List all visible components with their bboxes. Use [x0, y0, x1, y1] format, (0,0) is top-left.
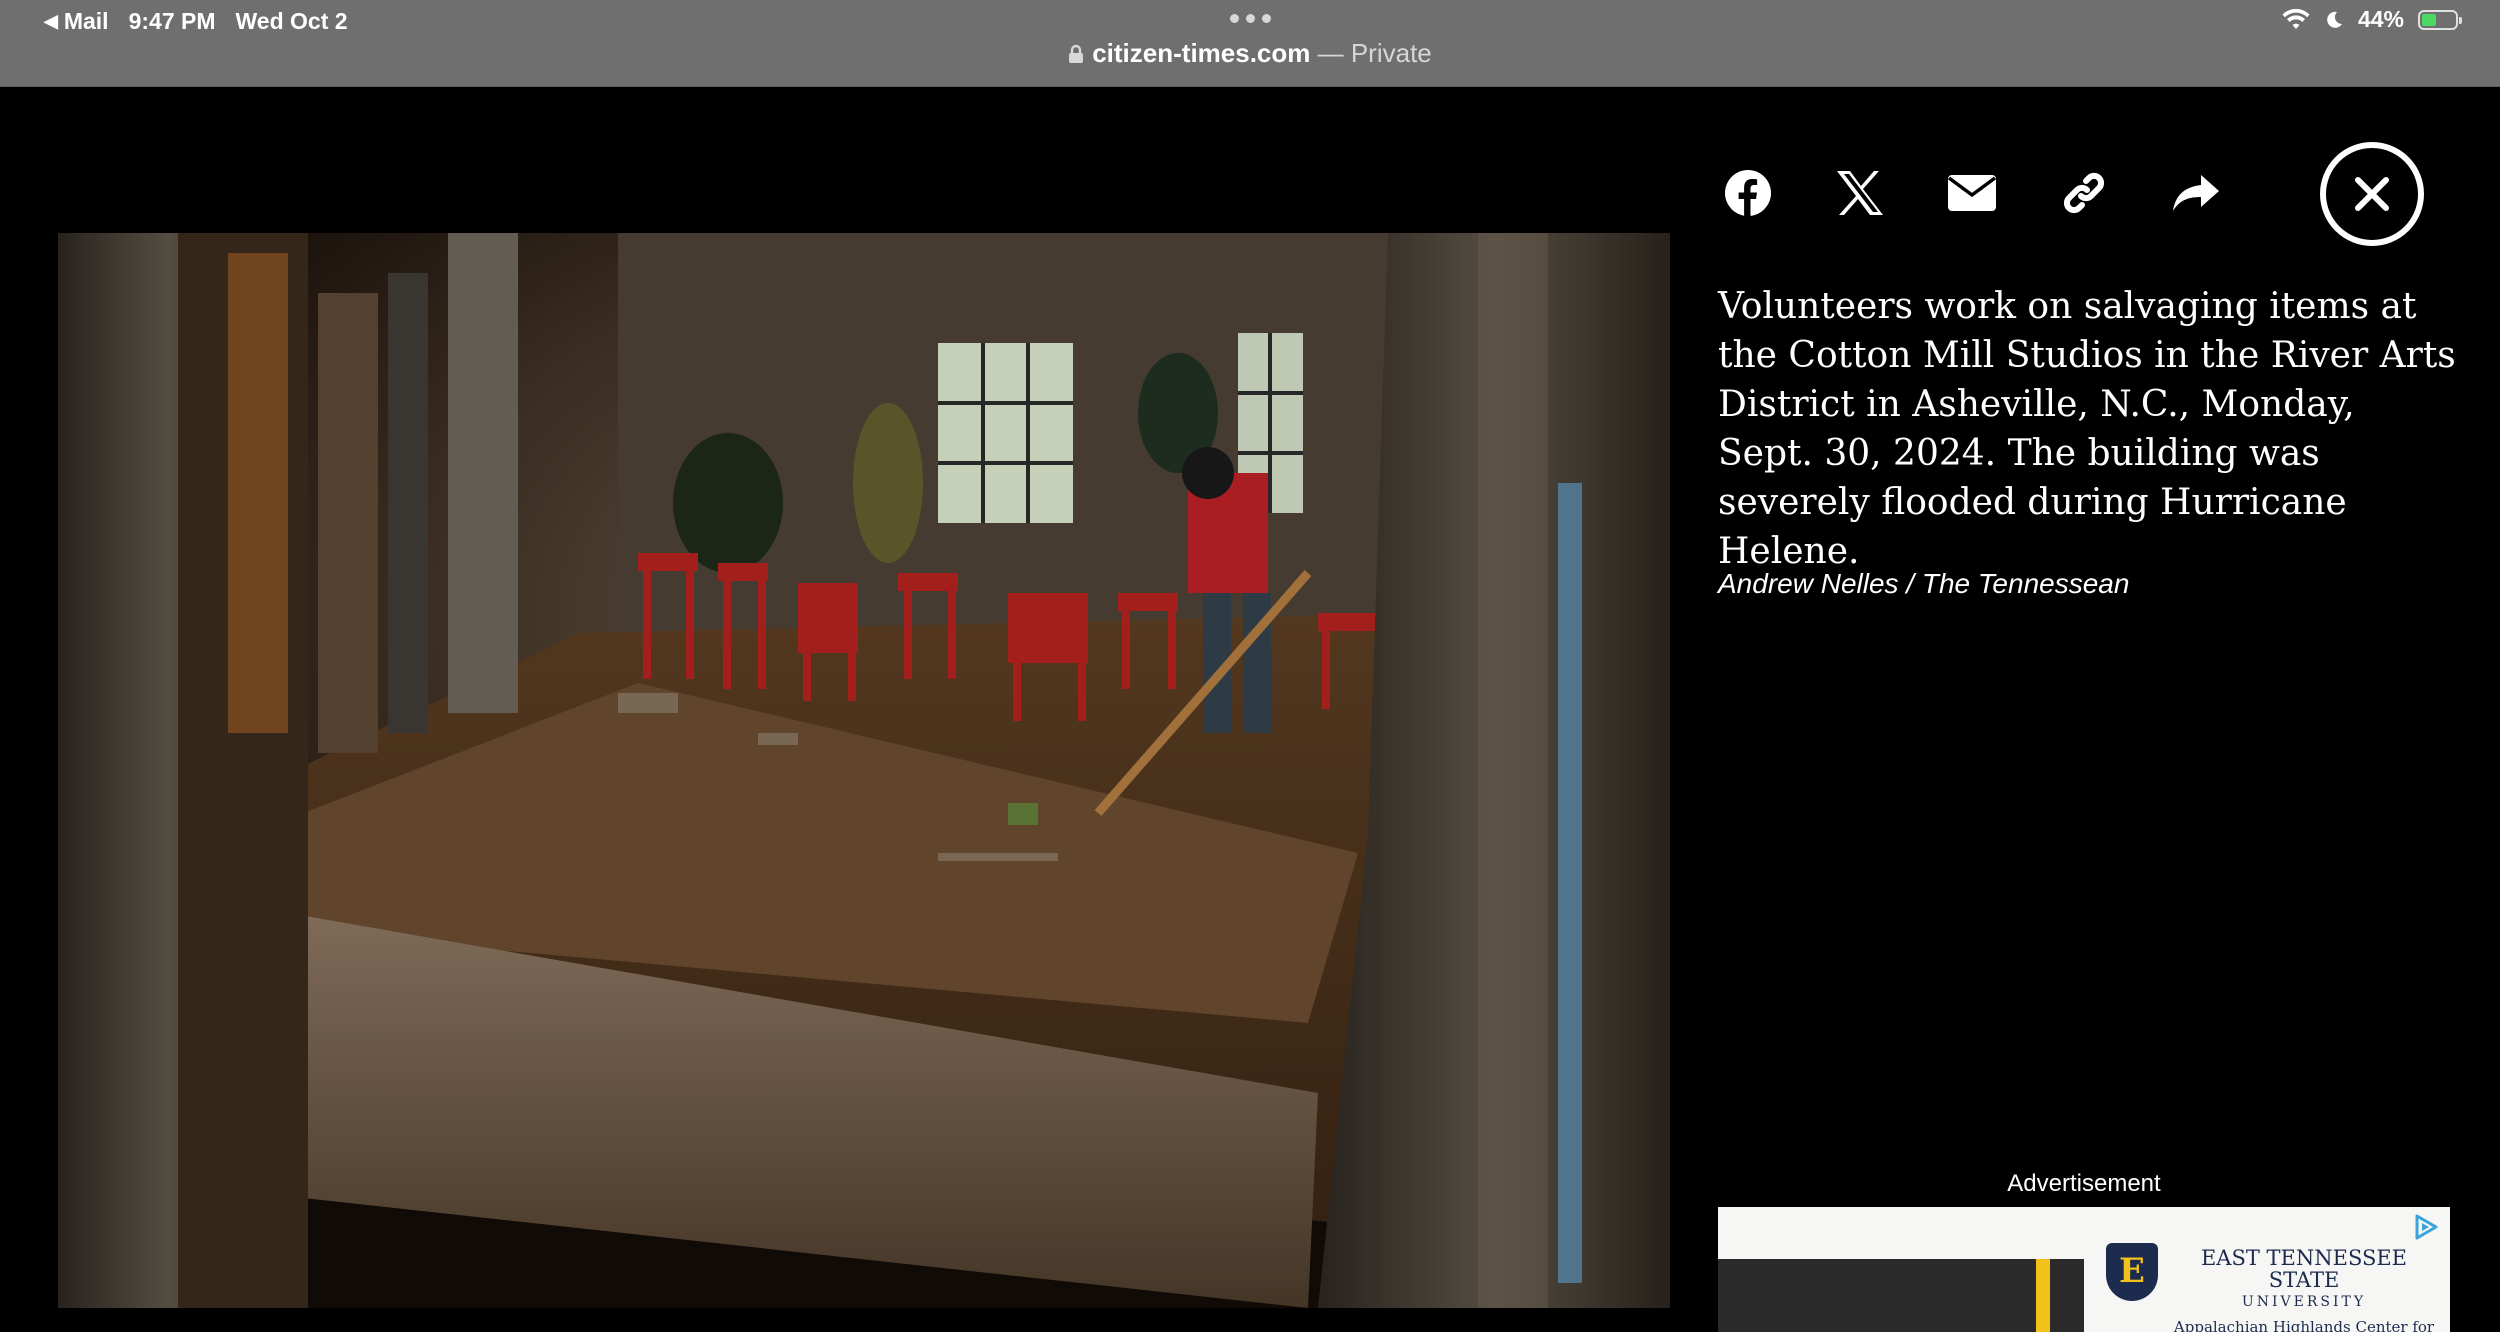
- advertisement-banner[interactable]: E EAST TENNESSEE STATE UNIVERSITY Appala…: [1718, 1207, 2450, 1332]
- status-date: Wed Oct 2: [235, 8, 348, 34]
- advertisement-label: Advertisement: [2007, 1170, 2161, 1197]
- ad-name-line1: EAST TENNESSEE STATE: [2200, 1246, 2408, 1292]
- close-icon: [2355, 177, 2389, 211]
- back-app-label[interactable]: Mail: [64, 8, 109, 35]
- ad-photo: [1718, 1259, 2084, 1332]
- share-forward-button[interactable]: [2168, 165, 2224, 221]
- multitasking-dots-icon[interactable]: [1230, 14, 1271, 23]
- gallery-photo[interactable]: [58, 233, 1670, 1308]
- address-domain: citizen-times.com: [1092, 38, 1311, 68]
- x-logo-icon: [1837, 171, 1883, 215]
- ad-university-name: EAST TENNESSEE STATE UNIVERSITY Appalach…: [2170, 1247, 2438, 1332]
- share-arrow-icon: [2173, 175, 2219, 211]
- browser-top-bar: ◀ Mail 9:47 PM Wed Oct 2 44% citizen-tim…: [0, 0, 2500, 87]
- link-icon: [2063, 172, 2105, 214]
- flooded-studio-photo: [58, 233, 1670, 1308]
- facebook-icon: [1725, 170, 1771, 216]
- adchoices-icon[interactable]: [2412, 1213, 2440, 1241]
- address-separator: —: [1310, 38, 1351, 68]
- address-bar[interactable]: citizen-times.com — Private: [0, 38, 2500, 69]
- photo-caption: Volunteers work on salvaging items at th…: [1718, 286, 2456, 572]
- address-private-label: Private: [1350, 38, 1432, 68]
- facebook-share-button[interactable]: [1720, 165, 1776, 221]
- battery-percent: 44%: [2357, 6, 2404, 32]
- email-share-button[interactable]: [1944, 165, 2000, 221]
- copy-link-button[interactable]: [2056, 165, 2112, 221]
- battery-icon: [2418, 9, 2462, 30]
- status-bar-right: 44%: [2282, 6, 2462, 33]
- ad-name-line3: Appalachian Highlands Center for Nursing…: [2173, 1318, 2435, 1332]
- wifi-icon: [2282, 8, 2310, 29]
- share-bar: [1720, 165, 2224, 221]
- x-share-button[interactable]: [1832, 165, 1888, 221]
- back-arrow-icon[interactable]: ◀: [44, 11, 58, 32]
- lock-icon: [1069, 44, 1084, 63]
- email-icon: [1947, 175, 1997, 211]
- close-gallery-button[interactable]: [2320, 142, 2424, 246]
- ad-name-line2: UNIVERSITY: [2241, 1294, 2367, 1310]
- status-bar-left: ◀ Mail 9:47 PM Wed Oct 2: [44, 8, 368, 35]
- status-time: 9:47 PM: [128, 8, 216, 34]
- moon-icon: [2327, 11, 2342, 28]
- etsu-logo: E: [2106, 1243, 2158, 1301]
- photo-credit: Andrew Nelles / The Tennessean: [1718, 568, 2130, 599]
